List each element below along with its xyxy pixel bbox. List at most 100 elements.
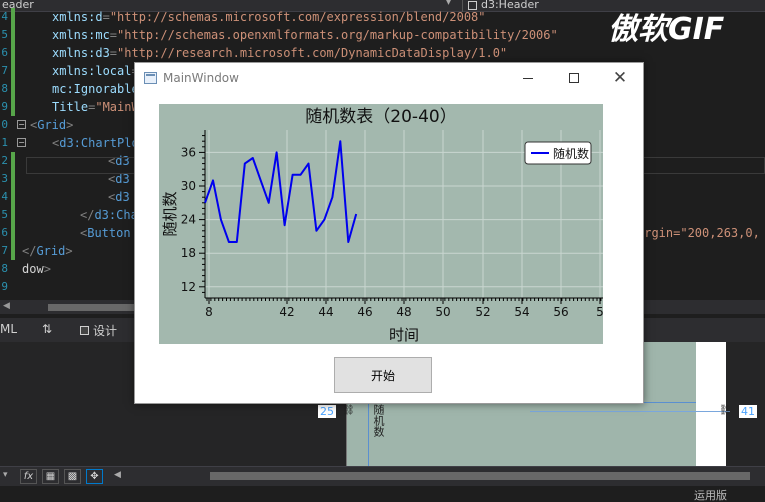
x-tick-label: 46 (357, 305, 372, 319)
code-token: xmlns:mc (52, 28, 110, 42)
y-tick-label: 36 (181, 145, 196, 159)
scroll-left-icon[interactable]: ◀ (3, 301, 10, 311)
code-line[interactable]: <d3 (108, 188, 130, 206)
scroll-left-icon[interactable]: ◀ (114, 470, 121, 480)
code-line[interactable]: </d3:Cha (80, 206, 138, 224)
maximize-icon (569, 73, 579, 83)
code-token: xmlns:local (52, 64, 132, 78)
code-line[interactable]: </Grid> (22, 242, 73, 260)
status-bar: 运用版 (0, 487, 765, 502)
margin-guide-line (530, 411, 730, 412)
watermark: 傲软GIF (608, 12, 725, 47)
chart-plotter[interactable]: 随机数表（20-40） 12 18 24 30 36 8 42 44 46 48 50 52 54 56 5 时… (159, 104, 603, 344)
close-button[interactable]: ✕ (597, 63, 643, 93)
left-margin-value[interactable]: 25 (318, 405, 336, 418)
code-token: "http://research.microsoft.com/DynamicDa… (117, 46, 508, 60)
chart-background (159, 104, 603, 344)
code-token: xmlns:d (52, 10, 103, 24)
x-tick-label: 8 (205, 305, 213, 319)
collapse-icon[interactable]: − (17, 138, 26, 147)
code-token: = (102, 10, 110, 24)
code-token: Button (87, 226, 131, 240)
status-text: 运用版 (694, 489, 727, 502)
legend-label: 随机数 (553, 146, 589, 161)
start-button[interactable]: 开始 (334, 357, 432, 393)
code-token: Title (52, 100, 89, 114)
margin-link-icon[interactable]: ⛓ (342, 405, 355, 416)
window-titlebar[interactable]: MainWindow ✕ (135, 63, 643, 93)
x-tick-label: 50 (435, 305, 450, 319)
y-tick-label: 30 (181, 179, 196, 193)
code-token: d3:ChartPlo (59, 136, 139, 150)
snap-grid-icon[interactable]: ▩ (64, 469, 81, 484)
tab-design[interactable]: 设计 (93, 322, 117, 339)
chevron-down-icon[interactable]: ▾ (446, 0, 451, 8)
grid-icon[interactable]: ▦ (42, 469, 59, 484)
main-window: MainWindow ✕ 随机数表（20-40） 12 18 24 30 36 8 42 44 4… (134, 62, 644, 404)
designer-artboard-edge (696, 342, 726, 466)
maximize-button[interactable] (551, 63, 597, 93)
window-app-icon (144, 72, 157, 84)
code-token: dow (22, 262, 44, 276)
code-token: = (109, 46, 118, 60)
code-line[interactable]: <Grid> (30, 116, 73, 134)
chart-title: 随机数表（20-40） (305, 107, 456, 127)
code-line[interactable]: xmlns:d3="http://research.microsoft.com/… (52, 44, 507, 62)
code-token: > (66, 118, 74, 132)
code-line[interactable]: xmlns:d="http://schemas.microsoft.com/ex… (52, 8, 486, 26)
code-token: = (109, 28, 118, 42)
code-token: "http://schemas.microsoft.com/expression… (109, 10, 486, 24)
code-token: "MainW (95, 100, 139, 114)
code-token: d3:Cha (94, 208, 138, 222)
x-axis-label: 时间 (389, 326, 419, 344)
x-tick-label: 56 (553, 305, 568, 319)
code-line[interactable]: Title="MainW (52, 98, 139, 116)
chevron-down-icon[interactable]: ▾ (3, 470, 8, 480)
code-line[interactable]: dow> (22, 260, 51, 278)
minimize-icon (523, 77, 533, 79)
window-title: MainWindow (163, 71, 239, 85)
snap-lines-icon[interactable]: ✥ (86, 469, 103, 484)
code-token: d3 (115, 190, 130, 204)
line-chart[interactable]: 随机数表（20-40） 12 18 24 30 36 8 42 44 46 48 50 52 54 56 5 时… (159, 104, 603, 344)
code-token: Grid (37, 118, 67, 132)
y-tick-label: 18 (181, 246, 196, 260)
x-tick-label: 52 (475, 305, 490, 319)
designer-vertical-label: 随机数 (372, 404, 385, 437)
code-token: xmlns:d3 (52, 46, 110, 60)
y-axis-label: 随机数 (161, 191, 179, 236)
code-token: </ (22, 244, 37, 258)
right-margin-value[interactable]: 41 (739, 405, 757, 418)
tab-right-label[interactable]: d3:Header (481, 0, 539, 11)
code-token: "http://schemas.openxmlformats.org/marku… (117, 28, 558, 42)
minimize-button[interactable] (505, 63, 551, 93)
margin-link-icon-right[interactable]: ⛓ (719, 405, 732, 416)
code-token: > (43, 262, 51, 276)
code-line[interactable]: <d3:ChartPlo (52, 134, 139, 152)
code-token: argin="200,263,0, (637, 226, 760, 240)
swap-panes-icon[interactable]: ⇅ (42, 322, 52, 336)
x-tick-label: 42 (279, 305, 294, 319)
code-line[interactable]: xmlns:local= (52, 62, 139, 80)
x-tick-label: 54 (514, 305, 529, 319)
code-token: > (65, 244, 73, 258)
x-tick-label: 5 (596, 305, 603, 319)
y-tick-label: 24 (181, 213, 196, 227)
code-token: d3 (115, 172, 130, 186)
x-tick-label: 48 (396, 305, 411, 319)
design-icon (80, 326, 89, 335)
x-tick-label: 44 (318, 305, 333, 319)
collapse-icon[interactable]: − (17, 120, 26, 129)
tab-xaml[interactable]: ML (0, 322, 17, 336)
code-token: </ (80, 208, 95, 222)
code-token: Grid (36, 244, 66, 258)
designer-scrollbar-thumb[interactable] (210, 472, 750, 480)
code-line[interactable]: <Button (80, 224, 131, 242)
code-line-overflow: argin="200,263,0, (637, 224, 760, 242)
code-line[interactable]: xmlns:mc="http://schemas.openxmlformats.… (52, 26, 558, 44)
y-tick-label: 12 (181, 280, 196, 294)
designer-toolbar: ▾ fx ▦ ▩ ✥ ◀ (0, 466, 765, 486)
code-line[interactable]: mc:Ignorable (52, 80, 139, 98)
formula-icon[interactable]: fx (20, 469, 37, 484)
code-token: mc:Ignorable (52, 82, 139, 96)
